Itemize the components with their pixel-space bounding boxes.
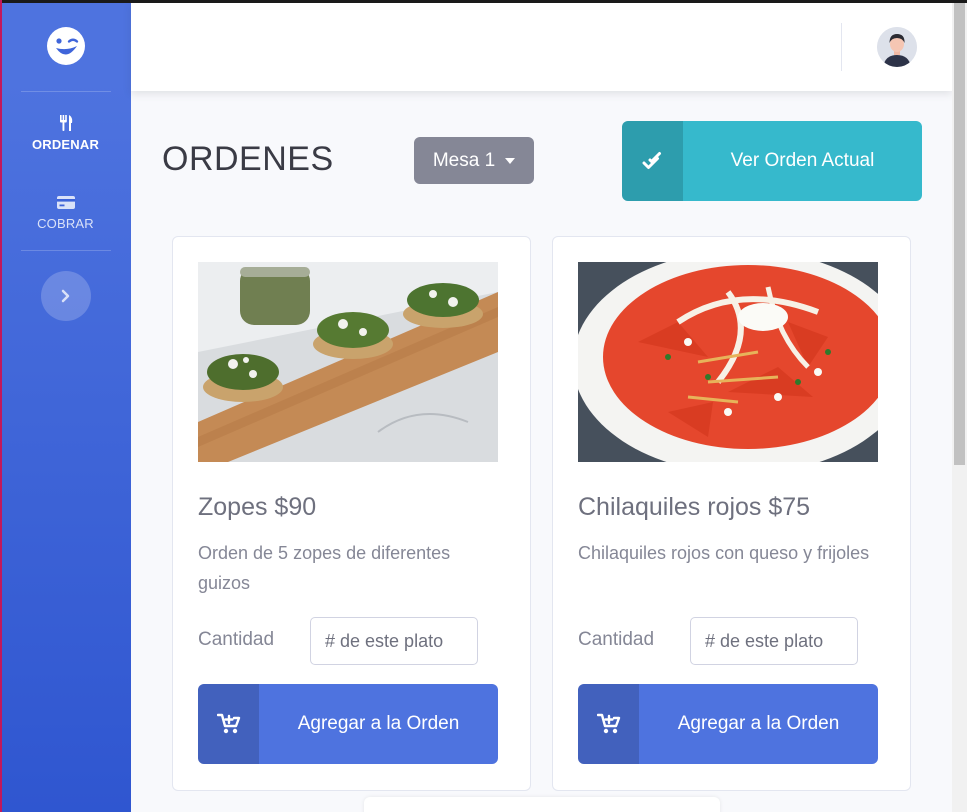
- quantity-input[interactable]: [310, 617, 478, 665]
- product-image-chilaquiles: [578, 262, 878, 462]
- product-name: Zopes $90: [198, 493, 317, 521]
- double-check-icon: [642, 152, 661, 169]
- topbar: [131, 3, 952, 91]
- brand-logo-link[interactable]: [0, 0, 131, 91]
- chevron-right-icon: [61, 289, 69, 303]
- topbar-divider: [841, 23, 842, 71]
- sidebar-toggle-button[interactable]: [40, 271, 91, 321]
- product-description: Orden de 5 zopes de diferentes guizos: [198, 543, 451, 593]
- quantity-label: Cantidad: [198, 629, 275, 650]
- cart-plus-icon: [596, 713, 620, 734]
- utensils-icon: [59, 114, 72, 131]
- user-avatar-icon: [877, 27, 917, 67]
- chilaquiles-photo: [578, 262, 878, 462]
- page-title: ORDENES: [162, 140, 334, 178]
- add-to-order-button[interactable]: Agregar a la Orden: [578, 684, 878, 764]
- product-name: Chilaquiles rojos $75: [578, 493, 811, 521]
- page-scrollbar-thumb[interactable]: [954, 3, 965, 465]
- quantity-input[interactable]: [690, 617, 858, 665]
- sidebar: ORDENAR COBRAR: [0, 0, 131, 812]
- add-to-order-button[interactable]: Agregar a la Orden: [198, 684, 498, 764]
- product-card-zopes: Zopes $90 Orden de 5 zopes de diferentes…: [172, 236, 531, 791]
- view-current-order-button[interactable]: Ver Orden Actual: [622, 121, 922, 201]
- table-select-dropdown[interactable]: Mesa 1: [414, 137, 534, 184]
- user-avatar[interactable]: [877, 27, 917, 67]
- window-left-edge: [0, 0, 2, 812]
- credit-card-icon: [56, 195, 75, 209]
- view-current-order-label: Ver Orden Actual: [730, 150, 875, 171]
- winking-face-logo-icon: [46, 26, 85, 65]
- window-top-edge: [0, 0, 967, 3]
- sidebar-item-cobrar[interactable]: COBRAR: [0, 172, 131, 250]
- cart-plus-icon-wrap: [198, 684, 259, 764]
- table-select-value: Mesa 1: [432, 149, 496, 171]
- zopes-photo: [198, 262, 498, 462]
- quantity-label: Cantidad: [578, 629, 655, 650]
- double-check-icon-wrap: [622, 121, 683, 201]
- cart-plus-icon-wrap: [578, 684, 639, 764]
- caret-down-icon: [505, 157, 516, 164]
- sidebar-item-ordenar[interactable]: ORDENAR: [0, 92, 131, 172]
- sidebar-item-label: COBRAR: [37, 215, 94, 231]
- product-image-zopes: [198, 262, 498, 462]
- sidebar-item-label: ORDENAR: [31, 136, 100, 152]
- partial-overlay-panel: [364, 797, 720, 812]
- product-description: Chilaquiles rojos con queso y frijoles: [578, 543, 870, 563]
- sidebar-divider: [20, 250, 111, 251]
- add-to-order-label: Agregar a la Orden: [677, 713, 840, 734]
- product-card-chilaquiles: Chilaquiles rojos $75 Chilaquiles rojos …: [552, 236, 911, 791]
- cart-plus-icon: [216, 713, 240, 734]
- add-to-order-label: Agregar a la Orden: [297, 713, 460, 734]
